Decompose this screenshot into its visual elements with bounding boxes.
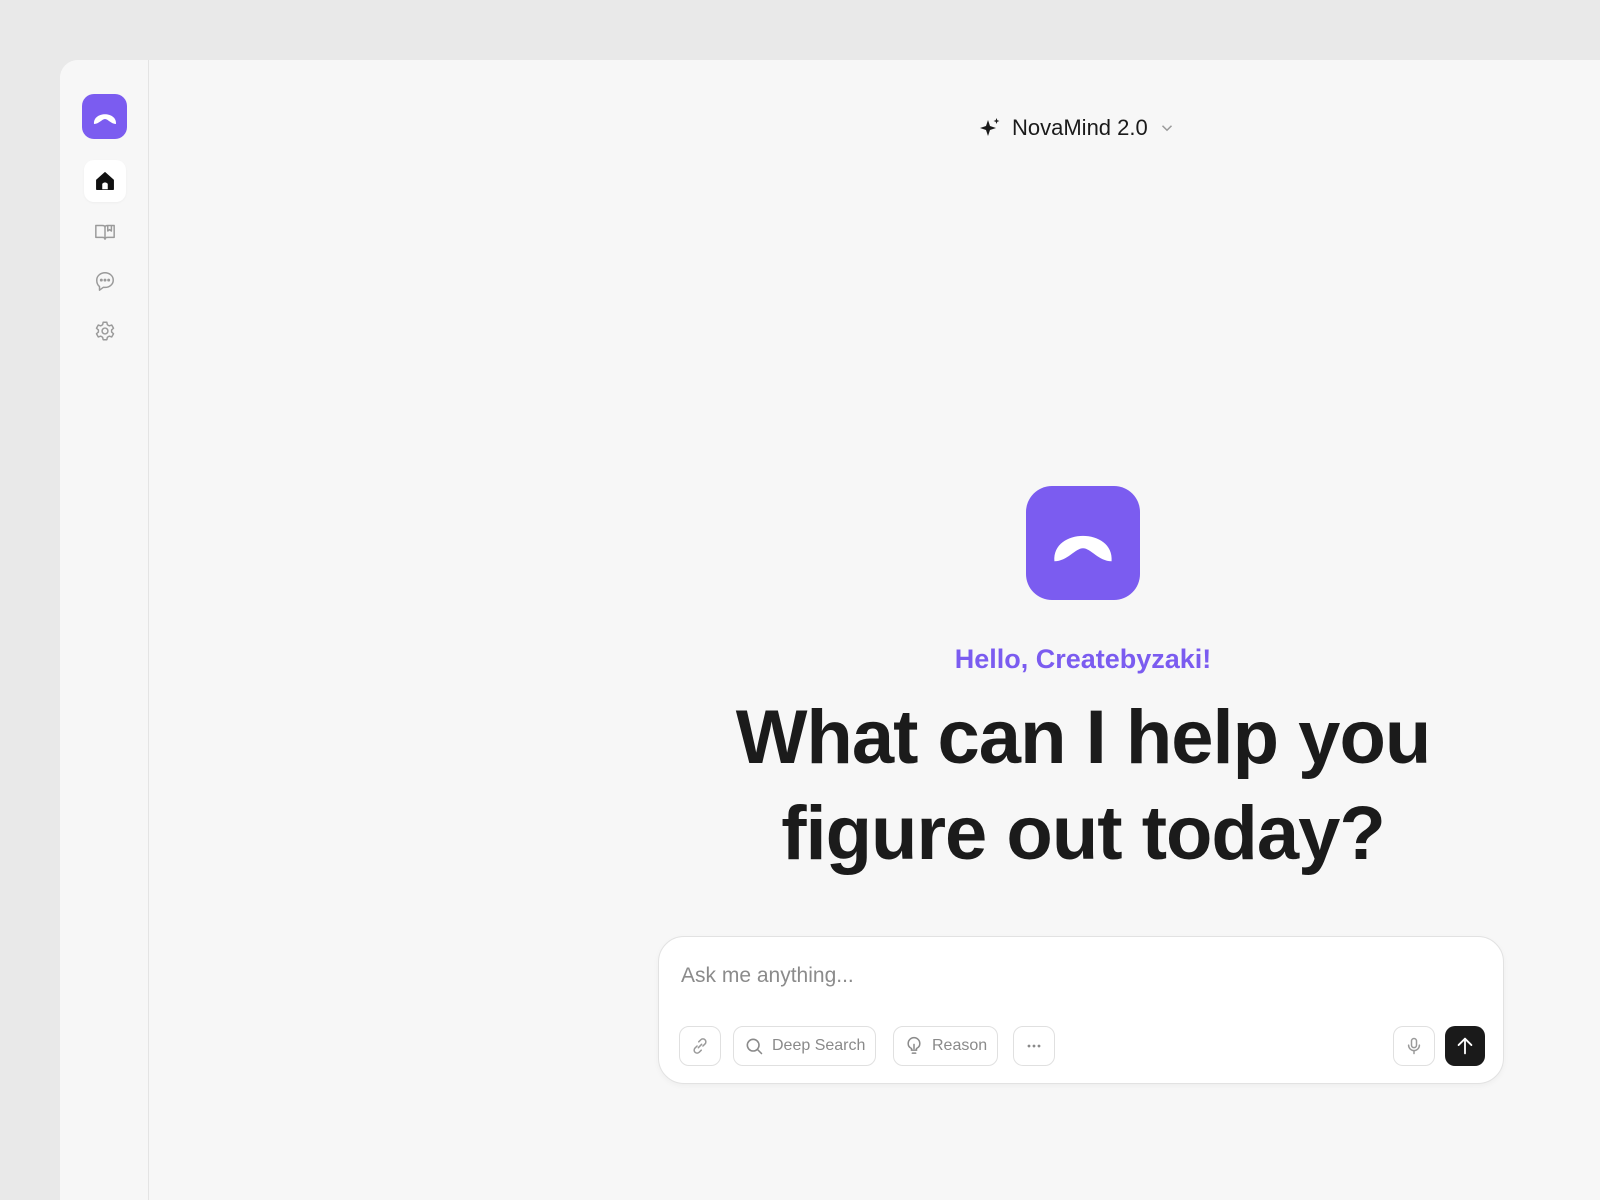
chat-input[interactable] — [679, 959, 1463, 993]
more-options-button[interactable] — [1013, 1026, 1055, 1066]
lightbulb-icon — [907, 1036, 921, 1054]
reason-label: Reason — [932, 1037, 988, 1054]
send-button[interactable] — [1445, 1026, 1485, 1066]
arrow-up-icon — [1457, 1037, 1473, 1055]
chat-bubble-icon — [96, 272, 114, 291]
book-icon — [95, 224, 115, 240]
greeting: Hello, Createbyzaki! — [954, 644, 1212, 674]
logo-mark-icon — [1054, 535, 1112, 562]
chevron-down-icon — [1161, 125, 1172, 132]
sidebar — [60, 60, 149, 1200]
search-icon — [746, 1038, 763, 1055]
hero-logo — [1026, 486, 1140, 600]
headline: What can I help you figure out today? — [735, 695, 1432, 876]
chat-composer: Deep Search Reason — [658, 936, 1504, 1084]
microphone-icon — [1407, 1037, 1421, 1055]
link-icon — [693, 1038, 707, 1054]
voice-input-button[interactable] — [1393, 1026, 1435, 1066]
app-window: NovaMind 2.0 Hello, Createbyzaki! What c… — [60, 60, 1600, 1200]
more-dots-icon — [1027, 1044, 1041, 1048]
logo-mark-icon — [93, 113, 116, 124]
reason-button[interactable]: Reason — [893, 1026, 999, 1066]
gear-icon — [95, 321, 115, 341]
app-logo[interactable] — [82, 94, 127, 139]
home-icon — [96, 172, 114, 190]
attach-link-button[interactable] — [679, 1026, 721, 1066]
deep-search-label: Deep Search — [772, 1037, 866, 1054]
model-name: NovaMind 2.0 — [1012, 115, 1148, 140]
sidebar-item-settings[interactable] — [84, 310, 126, 352]
sidebar-item-chats[interactable] — [84, 260, 126, 302]
deep-search-button[interactable]: Deep Search — [733, 1026, 877, 1066]
sidebar-item-home[interactable] — [84, 160, 126, 202]
sparkle-icon — [980, 118, 1000, 136]
sidebar-item-library[interactable] — [84, 210, 126, 252]
model-selector[interactable]: NovaMind 2.0 — [978, 112, 1176, 144]
